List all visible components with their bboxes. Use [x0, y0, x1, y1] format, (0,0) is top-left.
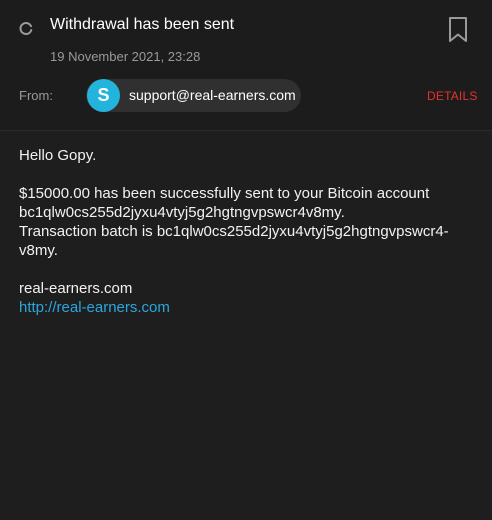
sender-chip[interactable]: S support@real-earners.com — [86, 79, 301, 112]
email-date: 19 November 2021, 23:28 — [50, 49, 201, 64]
sender-email: support@real-earners.com — [129, 87, 296, 103]
signature-site: real-earners.com — [19, 280, 133, 297]
avatar: S — [87, 79, 120, 112]
email-subject: Withdrawal has been sent — [50, 16, 235, 33]
body-line: $15000.00 has been successfully sent to … — [19, 185, 430, 202]
bookmark-icon[interactable] — [447, 16, 469, 44]
body-line: bc1qlw0cs255d2jyxu4vtyj5g2hgtngvpswcr4v8… — [19, 204, 345, 221]
body-line: v8my. — [19, 242, 58, 259]
email-body: Hello Gopy. $15000.00 has been successfu… — [19, 146, 481, 317]
details-button[interactable]: DETAILS — [427, 89, 478, 103]
signature-link[interactable]: http://real-earners.com — [19, 298, 481, 317]
email-screen: Withdrawal has been sent 19 November 202… — [0, 0, 492, 520]
greeting-text: Hello Gopy. — [19, 147, 97, 164]
refresh-icon[interactable] — [18, 20, 34, 36]
from-label: From: — [19, 88, 53, 103]
email-header: Withdrawal has been sent 19 November 202… — [0, 0, 492, 131]
body-line: Transaction batch is bc1qlw0cs255d2jyxu4… — [19, 223, 449, 240]
